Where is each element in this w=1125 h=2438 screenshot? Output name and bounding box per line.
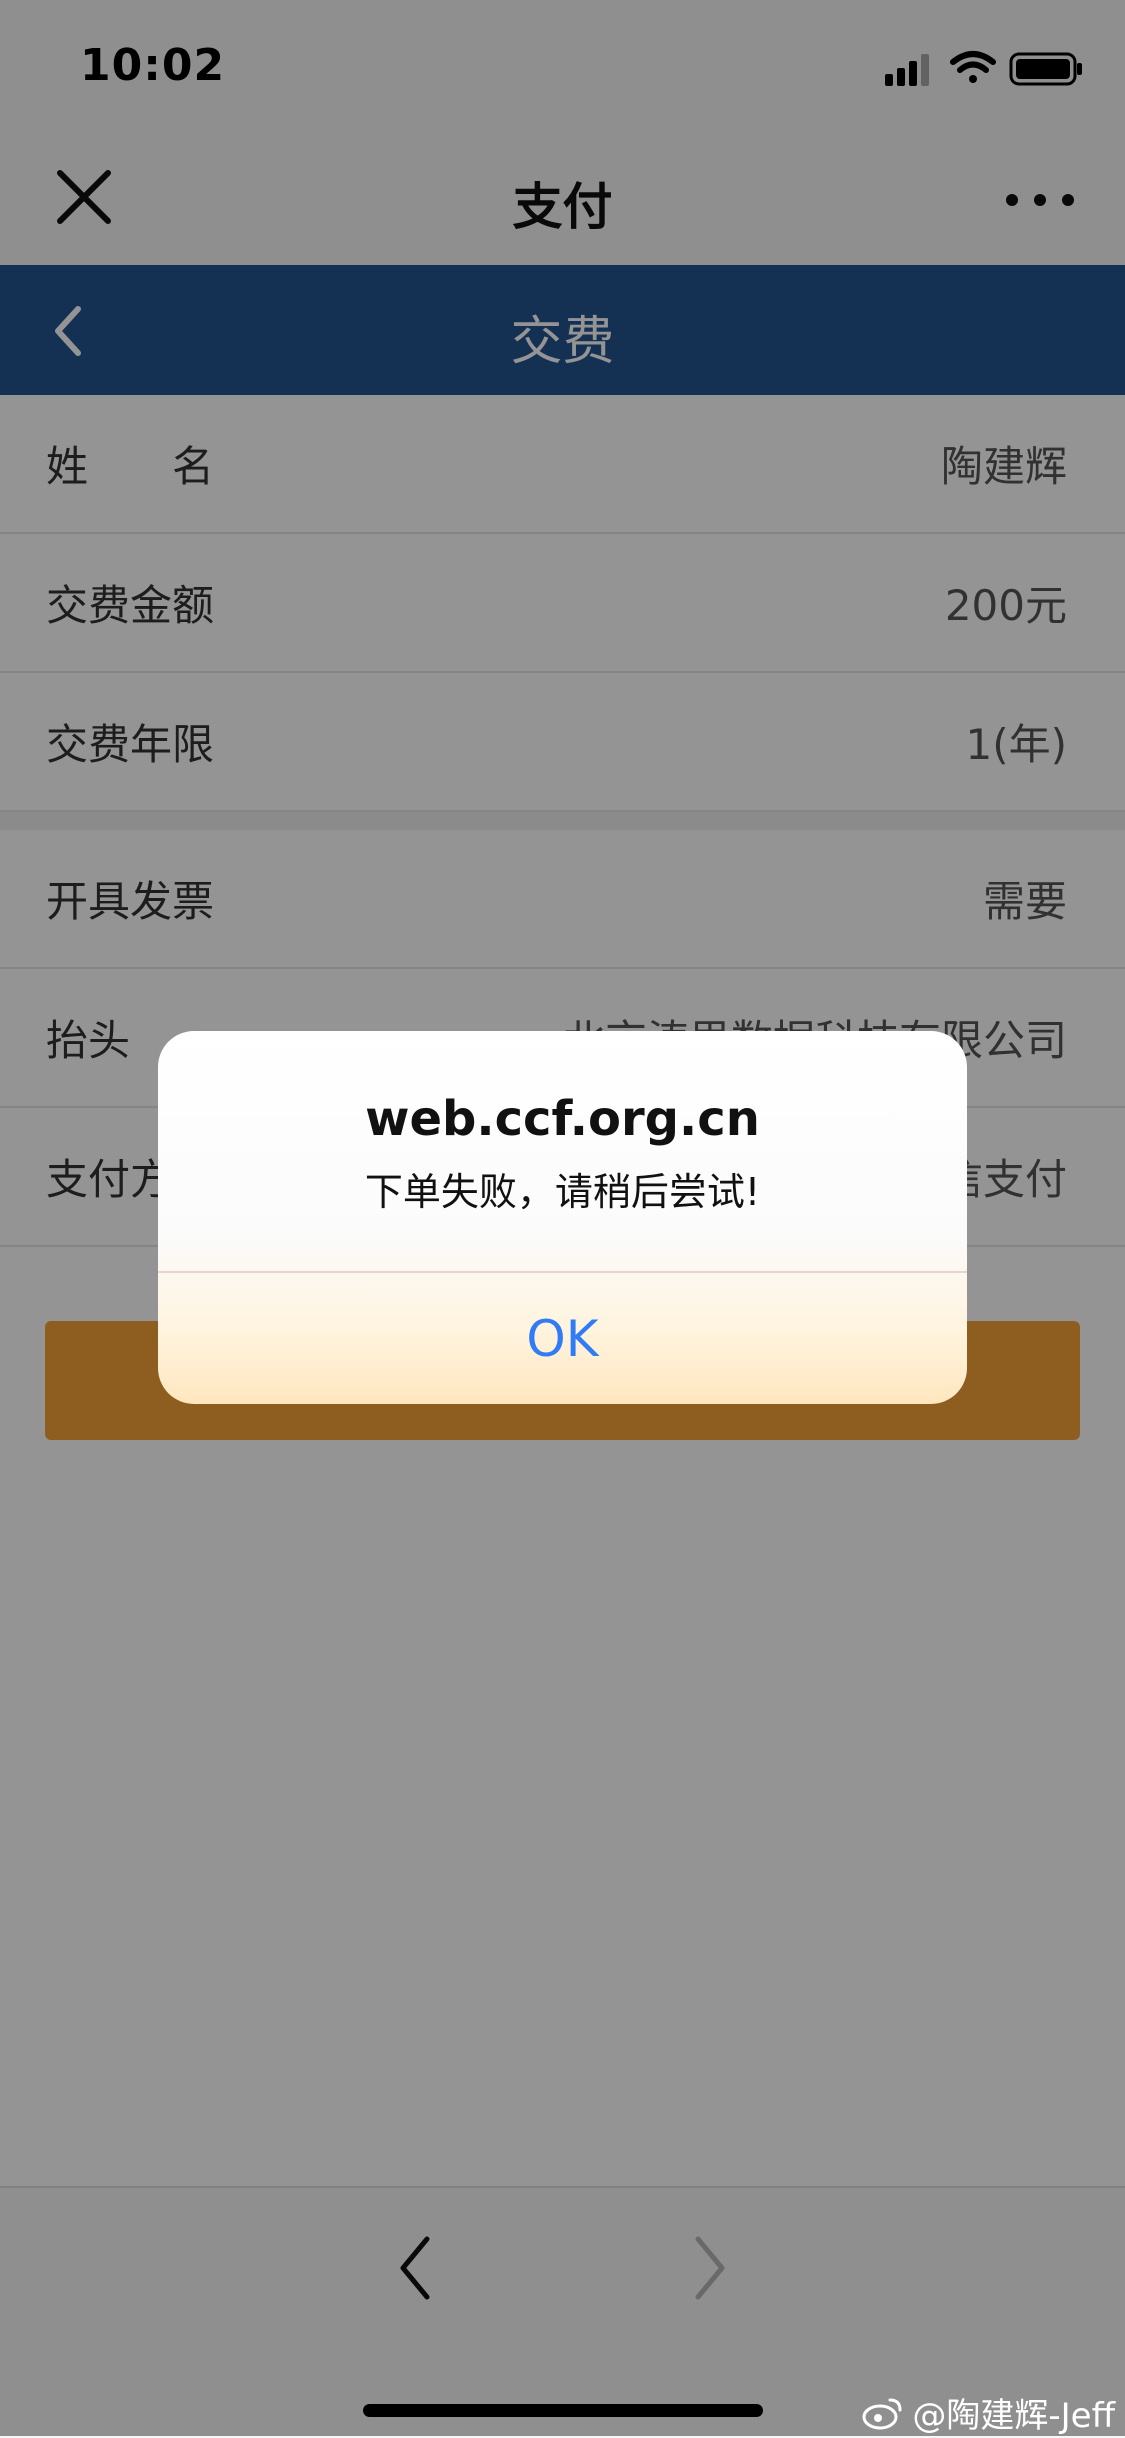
alert-title: web.ccf.org.cn [365, 1091, 760, 1147]
watermark: @陶建辉-Jeff [862, 2388, 1115, 2437]
weibo-icon [862, 2398, 902, 2429]
alert-message: 下单失败，请稍后尝试! [364, 1170, 761, 1214]
ok-button[interactable]: OK [158, 1273, 967, 1404]
watermark-text: @陶建辉-Jeff [912, 2396, 1115, 2436]
alert-dialog: web.ccf.org.cn 下单失败，请稍后尝试! OK [158, 1031, 967, 1404]
